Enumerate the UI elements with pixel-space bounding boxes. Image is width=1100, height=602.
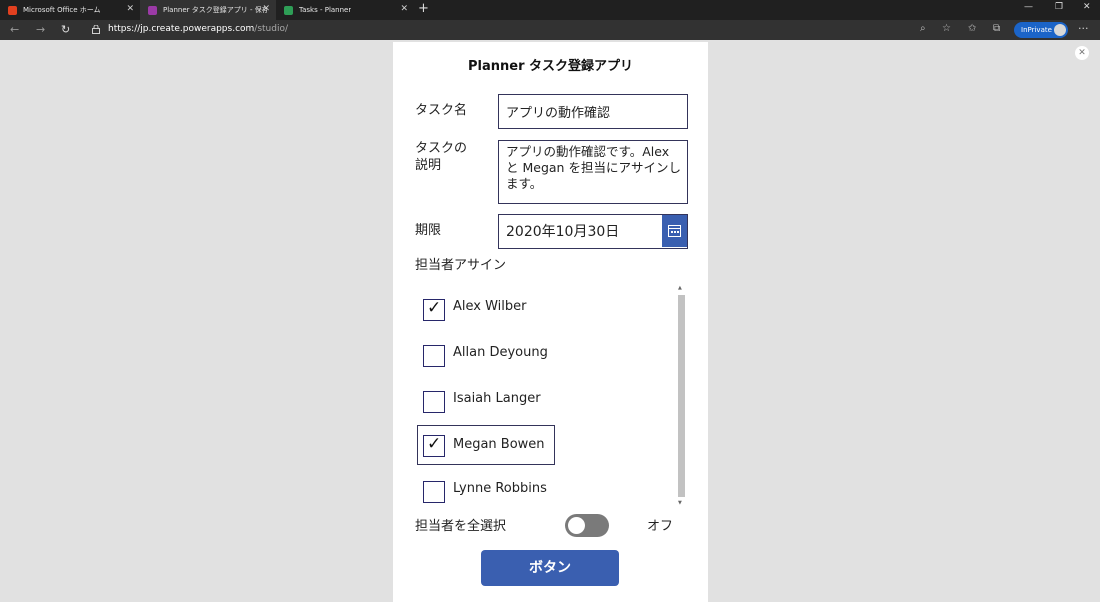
check-icon: ✓ [427, 298, 442, 318]
close-icon[interactable]: ✕ [126, 4, 134, 14]
task-desc-label-line2: 説明 [415, 158, 442, 173]
window-close-icon[interactable]: ✕ [1083, 2, 1091, 12]
zoom-icon[interactable]: ⌕ [920, 23, 926, 34]
submit-button[interactable]: ボタン [481, 550, 619, 586]
url-path: /studio/ [254, 24, 289, 34]
checkbox[interactable] [423, 345, 445, 367]
assignee-item-allan-deyoung[interactable]: Allan Deyoung [417, 335, 555, 375]
checkbox[interactable]: ✓ [423, 434, 445, 457]
calendar-button[interactable] [662, 215, 687, 247]
select-all-toggle[interactable] [565, 514, 609, 537]
minimize-icon[interactable]: — [1024, 2, 1033, 12]
assignee-item-isaiah-langer[interactable]: Isaiah Langer [417, 381, 555, 421]
task-desc-input[interactable]: アプリの動作確認です。Alex と Megan を担当にアサインします。 [498, 140, 688, 204]
checkbox[interactable] [423, 391, 445, 413]
browser-tab-office[interactable]: Microsoft Office ホーム ✕ [0, 0, 140, 20]
new-tab-button[interactable]: + [418, 1, 429, 16]
due-date-label: 期限 [415, 223, 442, 238]
browser-tab-planner[interactable]: Tasks - Planner ✕ [276, 0, 414, 20]
tab-title: Tasks - Planner [299, 6, 352, 14]
close-preview-icon[interactable]: ✕ [1075, 46, 1089, 60]
office-icon [8, 5, 17, 15]
task-desc-label: タスクの 説明 [415, 140, 467, 174]
favorites-list-icon[interactable]: ✩ [968, 23, 976, 34]
checkbox[interactable]: ✓ [423, 298, 445, 321]
app-canvas: Planner タスク登録アプリ タスク名 アプリの動作確認 タスクの 説明 ア… [393, 42, 708, 602]
task-desc-label-line1: タスクの [415, 141, 468, 156]
browser-tab-powerapps[interactable]: Planner タスク登録アプリ - 保存済... ✕ [140, 0, 276, 20]
browser-tab-bar: Microsoft Office ホーム ✕ Planner タスク登録アプリ … [0, 0, 1100, 20]
select-all-label: 担当者を全選択 [415, 519, 507, 534]
scroll-down-icon[interactable]: ▼ [678, 500, 682, 506]
refresh-icon[interactable]: ↻ [61, 23, 70, 36]
address-bar: ← → ↻ https://jp.create.powerapps.com/st… [0, 20, 1100, 40]
check-icon: ✓ [427, 434, 442, 454]
due-date-picker[interactable]: 2020年10月30日 [498, 214, 688, 249]
due-date-value: 2020年10月30日 [506, 224, 620, 240]
close-icon[interactable]: ✕ [262, 4, 270, 14]
url-host: https://jp.create.powerapps.com [108, 24, 255, 34]
restore-icon[interactable]: ❐ [1055, 2, 1063, 12]
collections-icon[interactable]: ⧉ [993, 23, 1000, 34]
assignee-name: Megan Bowen [453, 437, 545, 452]
url-field[interactable]: https://jp.create.powerapps.com/studio/ [108, 24, 288, 34]
inprivate-label: InPrivate [1021, 26, 1052, 34]
tab-title: Microsoft Office ホーム [23, 6, 101, 14]
inprivate-badge[interactable]: InPrivate [1014, 22, 1068, 38]
checkbox[interactable] [423, 481, 445, 503]
close-icon[interactable]: ✕ [400, 4, 408, 14]
assignee-name: Allan Deyoung [453, 345, 548, 360]
assignee-name: Isaiah Langer [453, 391, 541, 406]
scroll-up-icon[interactable]: ▲ [678, 285, 682, 291]
task-name-label: タスク名 [415, 103, 468, 118]
app-title: Planner タスク登録アプリ [467, 59, 634, 74]
assignee-item-megan-bowen[interactable]: ✓ Megan Bowen [417, 425, 555, 465]
scrollbar-thumb[interactable] [678, 295, 685, 497]
avatar [1054, 24, 1066, 36]
more-icon[interactable]: ··· [1078, 22, 1089, 35]
forward-icon[interactable]: → [36, 23, 45, 36]
task-name-input[interactable]: アプリの動作確認 [498, 94, 688, 129]
powerapps-icon [148, 5, 157, 15]
planner-icon [284, 5, 293, 15]
assignee-item-lynne-robbins[interactable]: Lynne Robbins [417, 471, 555, 511]
assignee-item-alex-wilber[interactable]: ✓ Alex Wilber [417, 289, 555, 329]
assignee-name: Alex Wilber [453, 299, 527, 314]
back-icon[interactable]: ← [10, 23, 19, 36]
assignee-label: 担当者アサイン [415, 258, 507, 273]
assignee-name: Lynne Robbins [453, 481, 547, 496]
toggle-knob [568, 517, 585, 534]
favorite-star-icon[interactable]: ☆ [942, 23, 951, 34]
calendar-icon [668, 225, 681, 237]
toggle-state-label: オフ [647, 519, 674, 534]
tab-title: Planner タスク登録アプリ - 保存済... [163, 6, 267, 14]
lock-icon [92, 25, 100, 34]
